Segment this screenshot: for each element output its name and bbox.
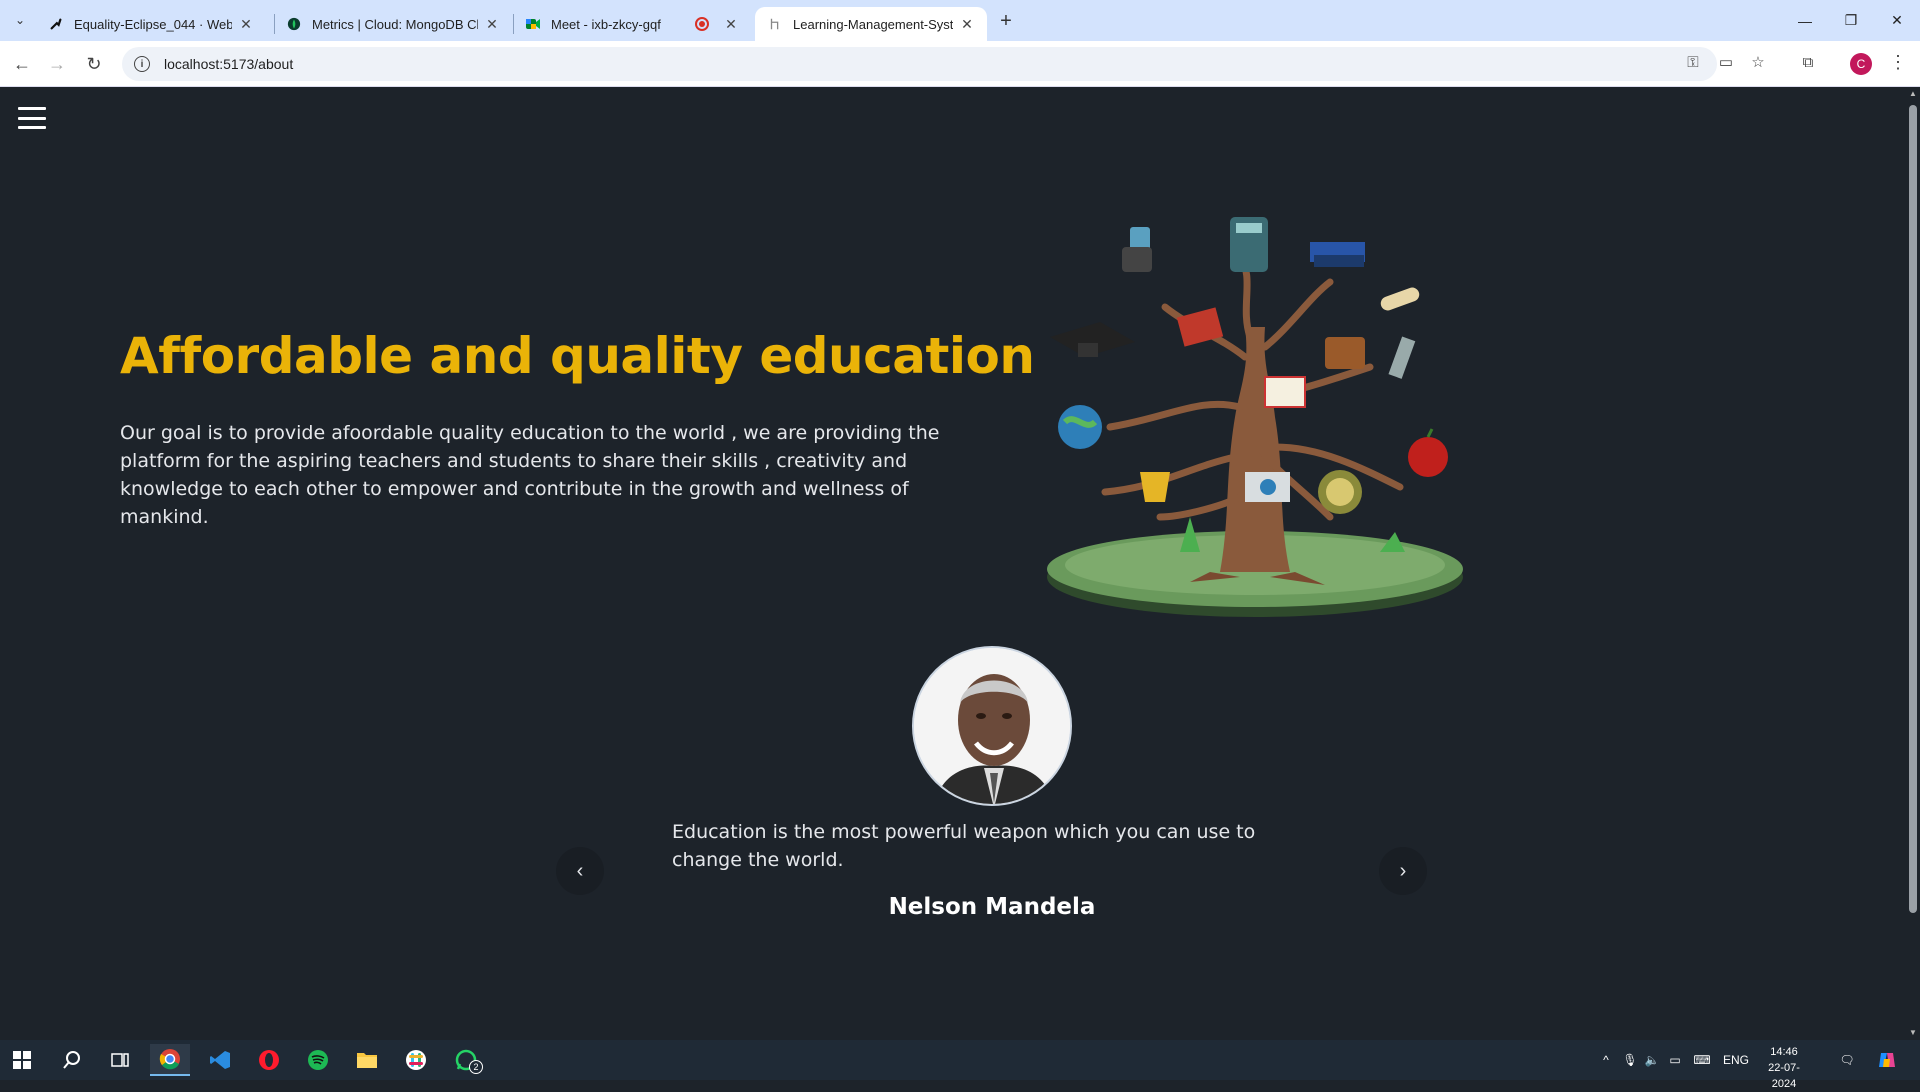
browser-tabstrip: ⌄ Equality-Eclipse_044 · Web Ser ✕ Metri… bbox=[0, 0, 1920, 41]
about-page: Affordable and quality education Our goa… bbox=[0, 87, 1906, 1040]
tab-title: Equality-Eclipse_044 · Web Ser bbox=[74, 16, 232, 32]
tab-meet[interactable]: Meet - ixb-zkcy-gqf ✕ bbox=[513, 7, 751, 41]
close-icon[interactable]: ✕ bbox=[484, 16, 500, 32]
task-view-icon[interactable] bbox=[100, 1044, 140, 1076]
close-icon[interactable]: ✕ bbox=[238, 16, 254, 32]
recording-icon bbox=[695, 17, 709, 31]
testimonial-author: Nelson Mandela bbox=[888, 894, 1096, 920]
page-icon bbox=[767, 16, 783, 32]
bookmark-star-icon[interactable]: ☆ bbox=[1746, 50, 1770, 74]
card-icon[interactable]: ▭ bbox=[1714, 50, 1738, 74]
url-text: localhost:5173/about bbox=[164, 56, 294, 72]
tab-github[interactable]: Equality-Eclipse_044 · Web Ser ✕ bbox=[36, 7, 266, 41]
close-icon[interactable]: ✕ bbox=[723, 16, 739, 32]
clock-time: 14:46 bbox=[1770, 1046, 1798, 1058]
tab-search-button[interactable]: ⌄ bbox=[10, 10, 30, 30]
menu-dots-icon[interactable]: ⋮ bbox=[1886, 50, 1910, 74]
tab-title: Meet - ixb-zkcy-gqf bbox=[551, 16, 661, 32]
search-icon[interactable] bbox=[52, 1044, 92, 1076]
password-key-icon[interactable]: ⚿ bbox=[1681, 50, 1705, 74]
tab-learning-management[interactable]: Learning-Management-System ✕ bbox=[755, 7, 987, 41]
extensions-icon[interactable]: ⧉ bbox=[1796, 50, 1820, 74]
scroll-down-icon[interactable]: ▼ bbox=[1908, 1028, 1918, 1038]
restore-button[interactable]: ❐ bbox=[1828, 0, 1874, 41]
google-meet-icon bbox=[525, 16, 541, 32]
site-info-icon[interactable]: i bbox=[134, 56, 150, 72]
tab-title: Metrics | Cloud: MongoDB Clou bbox=[312, 16, 478, 32]
copilot-icon[interactable] bbox=[1874, 1040, 1900, 1080]
taskbar-clock[interactable]: 14:46 22-07-2024 bbox=[1756, 1044, 1812, 1092]
notifications-icon[interactable]: 🗨 bbox=[1836, 1040, 1858, 1080]
carousel-next-button[interactable]: › bbox=[1379, 847, 1427, 895]
windows-start-icon[interactable] bbox=[2, 1044, 42, 1076]
hamburger-menu-icon[interactable] bbox=[18, 107, 46, 129]
microphone-icon[interactable]: 🎙 bbox=[1620, 1040, 1640, 1080]
page-scrollbar[interactable]: ▲ ▼ bbox=[1906, 87, 1920, 1040]
back-button[interactable]: ← bbox=[8, 50, 36, 78]
windows-taskbar: 2 ^ 🎙 🔈 ▭ ⌨ ENG 14:46 22-07-2024 🗨 bbox=[0, 1040, 1920, 1090]
new-tab-button[interactable]: + bbox=[994, 9, 1018, 33]
minimize-button[interactable]: — bbox=[1782, 0, 1828, 41]
whatsapp-icon[interactable]: 2 bbox=[446, 1044, 486, 1076]
close-window-button[interactable]: ✕ bbox=[1874, 0, 1920, 41]
spotify-icon[interactable] bbox=[298, 1044, 338, 1076]
education-tree-illustration bbox=[1047, 217, 1463, 617]
keyboard-icon[interactable]: ⌨ bbox=[1690, 1040, 1714, 1080]
profile-avatar[interactable]: C bbox=[1850, 53, 1872, 75]
address-bar[interactable]: i localhost:5173/about bbox=[122, 47, 1717, 81]
whatsapp-badge: 2 bbox=[469, 1060, 483, 1074]
close-icon[interactable]: ✕ bbox=[959, 16, 975, 32]
network-icon[interactable]: ▭ bbox=[1664, 1040, 1686, 1080]
scrollbar-thumb[interactable] bbox=[1909, 105, 1917, 913]
author-avatar bbox=[912, 646, 1072, 806]
testimonial-quote: Education is the most powerful weapon wh… bbox=[672, 821, 1256, 871]
opera-icon[interactable] bbox=[249, 1044, 289, 1076]
file-explorer-icon[interactable] bbox=[347, 1044, 387, 1076]
reload-button[interactable]: ↻ bbox=[80, 50, 108, 78]
volume-icon[interactable]: 🔈 bbox=[1642, 1040, 1662, 1080]
slack-icon[interactable] bbox=[396, 1044, 436, 1076]
browser-toolbar: ← → ↻ i localhost:5173/about ⚿ ▭ ☆ ⧉ ⋮ bbox=[0, 41, 1920, 87]
tray-overflow-icon[interactable]: ^ bbox=[1596, 1040, 1616, 1080]
forward-button[interactable]: → bbox=[43, 50, 71, 78]
language-indicator[interactable]: ENG bbox=[1718, 1040, 1754, 1080]
github-icon bbox=[48, 16, 64, 32]
carousel-prev-button[interactable]: ‹ bbox=[556, 847, 604, 895]
tab-title: Learning-Management-System bbox=[793, 16, 953, 32]
clock-date: 22-07-2024 bbox=[1768, 1062, 1800, 1090]
vscode-icon[interactable] bbox=[200, 1044, 240, 1076]
tab-mongodb[interactable]: Metrics | Cloud: MongoDB Clou ✕ bbox=[274, 7, 512, 41]
hero-title: Affordable and quality education bbox=[120, 327, 1035, 385]
scroll-up-icon[interactable]: ▲ bbox=[1908, 89, 1918, 99]
mongodb-icon bbox=[286, 16, 302, 32]
chrome-icon[interactable] bbox=[150, 1044, 190, 1076]
hero-description: Our goal is to provide afoordable qualit… bbox=[120, 422, 940, 528]
